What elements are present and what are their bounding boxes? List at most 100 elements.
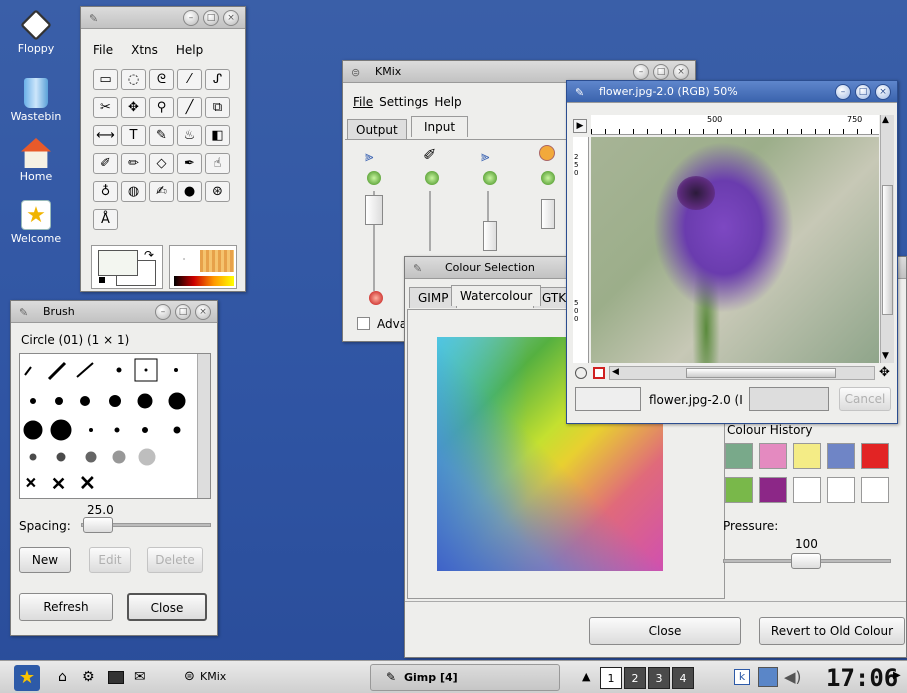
active-brush-pattern-gradient[interactable]: ·: [169, 245, 237, 289]
terminal-icon[interactable]: [108, 671, 124, 684]
volume-slider-handle[interactable]: [541, 199, 555, 229]
maximize-button[interactable]: □: [653, 64, 669, 80]
tool-button[interactable]: ▭: [93, 69, 118, 90]
desktop-icon-welcome[interactable]: ★ Welcome: [2, 200, 70, 245]
active-pattern-preview[interactable]: [200, 250, 234, 272]
desktop-icon-floppy[interactable]: Floppy: [2, 9, 70, 55]
quick-mask-toggle-icon[interactable]: [593, 367, 605, 379]
maximize-button[interactable]: □: [203, 10, 219, 26]
close-button[interactable]: ×: [195, 304, 211, 320]
minimize-button[interactable]: –: [835, 84, 851, 100]
menu-arrow-button[interactable]: ▶: [573, 119, 587, 133]
quicklaunch-icon[interactable]: ✉: [134, 669, 146, 685]
tool-button[interactable]: ᘓ: [149, 69, 174, 90]
edit-brush-button[interactable]: Edit: [89, 547, 131, 573]
quicklaunch-icon[interactable]: ⚙: [82, 669, 95, 685]
tool-button[interactable]: ◇: [149, 153, 174, 174]
quicklaunch-icon[interactable]: ⌂: [58, 669, 67, 685]
tool-button[interactable]: ◧: [205, 125, 230, 146]
tab-input[interactable]: Input: [411, 116, 469, 137]
navigate-icon[interactable]: ✥: [879, 365, 890, 380]
tray-icon[interactable]: k: [734, 669, 750, 685]
maximize-button[interactable]: □: [175, 304, 191, 320]
tool-button[interactable]: ♁: [93, 181, 118, 202]
tab-output[interactable]: Output: [347, 119, 407, 140]
brush-scrollbar[interactable]: [197, 354, 210, 498]
horizontal-scrollbar[interactable]: ◀: [609, 366, 875, 380]
titlebar[interactable]: ✎ – □ ×: [81, 7, 245, 29]
task-arrow-icon[interactable]: ▲: [582, 670, 590, 683]
colour-history-swatch[interactable]: [759, 477, 787, 503]
volume-slider[interactable]: [429, 191, 431, 251]
unit-field[interactable]: [575, 387, 641, 411]
scroll-down-icon[interactable]: ▼: [882, 351, 889, 361]
active-gradient-preview[interactable]: [174, 276, 234, 286]
menu-help[interactable]: Help: [434, 95, 461, 109]
minimize-button[interactable]: –: [633, 64, 649, 80]
tool-button[interactable]: ✍: [149, 181, 174, 202]
titlebar[interactable]: ✎ flower.jpg-2.0 (RGB) 50% – □ ×: [567, 81, 897, 103]
colour-history-swatch[interactable]: [793, 477, 821, 503]
spacing-slider-handle[interactable]: [83, 517, 113, 533]
tool-button[interactable]: ✐: [93, 153, 118, 174]
colour-history-swatch[interactable]: [759, 443, 787, 469]
delete-brush-button[interactable]: Delete: [147, 547, 203, 573]
tool-button[interactable]: ⧉: [205, 97, 230, 118]
tool-button[interactable]: ☝: [205, 153, 230, 174]
tool-button[interactable]: T: [121, 125, 146, 146]
menu-settings[interactable]: Settings: [379, 95, 428, 109]
tool-button[interactable]: ᔑ: [205, 69, 230, 90]
menu-xtns[interactable]: Xtns: [131, 43, 158, 57]
desktop-icon-wastebin[interactable]: Wastebin: [2, 78, 70, 123]
tool-button[interactable]: ◍: [121, 181, 146, 202]
pager-desktop-1[interactable]: 1: [600, 667, 622, 689]
volume-slider-handle[interactable]: [483, 221, 497, 251]
tool-button[interactable]: ✏: [121, 153, 146, 174]
tool-button[interactable]: Å: [93, 209, 118, 230]
cancel-button[interactable]: Cancel: [839, 387, 891, 411]
colour-history-swatch[interactable]: [827, 443, 855, 469]
colour-history-swatch[interactable]: [861, 443, 889, 469]
colour-history-swatch[interactable]: [861, 477, 889, 503]
close-button[interactable]: Close: [127, 593, 207, 621]
colour-history-swatch[interactable]: [827, 477, 855, 503]
colour-history-swatch[interactable]: [793, 443, 821, 469]
tool-button[interactable]: ◌: [121, 69, 146, 90]
maximize-button[interactable]: □: [855, 84, 871, 100]
scrollbar-thumb[interactable]: [686, 368, 836, 378]
menu-file[interactable]: File: [353, 95, 373, 109]
pressure-slider-handle[interactable]: [791, 553, 821, 569]
scroll-left-icon[interactable]: ◀: [612, 367, 619, 377]
vertical-scrollbar[interactable]: ▲ ▼: [880, 115, 894, 363]
titlebar[interactable]: ✎ Brush – □ ×: [11, 301, 217, 323]
tool-button[interactable]: ✒: [177, 153, 202, 174]
menu-file[interactable]: File: [93, 43, 113, 57]
tool-button[interactable]: ⊛: [205, 181, 230, 202]
close-button[interactable]: ×: [673, 64, 689, 80]
scrollbar-thumb[interactable]: [882, 185, 893, 315]
tool-button[interactable]: ♨: [177, 125, 202, 146]
quick-mask-icon[interactable]: [575, 367, 587, 379]
colour-history-swatch[interactable]: [725, 477, 753, 503]
tool-button[interactable]: ●: [177, 181, 202, 202]
tool-button[interactable]: ╱: [177, 97, 202, 118]
menu-help[interactable]: Help: [176, 43, 203, 57]
close-button[interactable]: ×: [875, 84, 891, 100]
task-kmix[interactable]: KMix: [200, 670, 226, 683]
tool-button[interactable]: ✎: [149, 125, 174, 146]
default-colors-icon[interactable]: [98, 276, 106, 284]
tool-button[interactable]: ✥: [121, 97, 146, 118]
volume-icon[interactable]: ◀): [784, 668, 801, 686]
active-brush-preview[interactable]: ·: [174, 250, 194, 270]
close-button[interactable]: Close: [589, 617, 741, 645]
fg-bg-colors[interactable]: ↷: [91, 245, 163, 289]
swap-colors-icon[interactable]: ↷: [144, 248, 154, 262]
tray-icon[interactable]: [758, 667, 778, 687]
foreground-color-swatch[interactable]: [98, 250, 138, 276]
pager-desktop-3[interactable]: 3: [648, 667, 670, 689]
minimize-button[interactable]: –: [155, 304, 171, 320]
tool-button[interactable]: ✂: [93, 97, 118, 118]
close-button[interactable]: ×: [223, 10, 239, 26]
pager-desktop-2[interactable]: 2: [624, 667, 646, 689]
record-led-icon[interactable]: [369, 291, 383, 305]
